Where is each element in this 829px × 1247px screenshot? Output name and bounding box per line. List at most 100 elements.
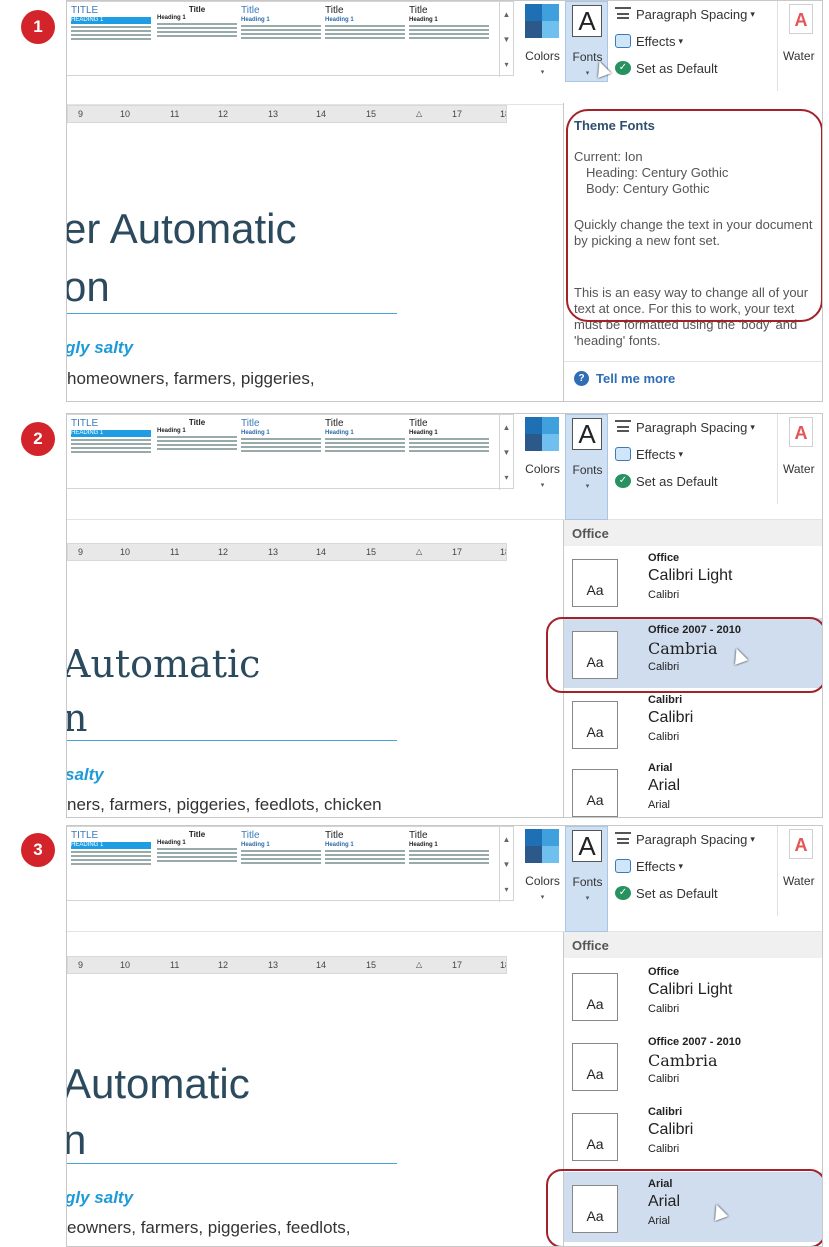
thumb-heading: Heading 1	[409, 430, 438, 436]
dropdown-arrow-icon: ▾	[750, 833, 755, 844]
style-thumb[interactable]: Title Heading 1	[325, 418, 405, 486]
thumb-title: Title	[325, 418, 344, 429]
paragraph-spacing-button[interactable]: Paragraph Spacing ▾	[615, 3, 755, 25]
font-set-office-2007-2010[interactable]: Aa Office 2007 - 2010 Cambria Calibri	[564, 1030, 822, 1100]
screenshot-panel-1: TITLE HEADING 1 Title Heading 1 Title He…	[66, 0, 823, 402]
font-set-body: Arial	[648, 799, 671, 811]
style-thumb[interactable]: TITLE HEADING 1	[71, 830, 151, 898]
fonts-label: Fonts	[572, 875, 603, 889]
font-set-body: Calibri	[648, 1073, 680, 1085]
style-thumb[interactable]: Title Heading 1	[409, 5, 489, 73]
style-thumb[interactable]: Title Heading 1	[325, 5, 405, 73]
font-set-heading: Calibri Light	[648, 567, 733, 584]
document-page[interactable]: Automatic n gly salty eowners, farmers, …	[67, 976, 565, 1246]
colors-label: Colors	[525, 874, 560, 888]
font-sample-icon: Aa	[572, 1113, 618, 1161]
paragraph-spacing-label: Paragraph Spacing	[636, 419, 748, 435]
style-thumb[interactable]: Title Heading 1	[241, 830, 321, 898]
effects-icon	[615, 859, 631, 873]
style-gallery[interactable]: TITLE HEADING 1 Title Heading 1 Title He…	[67, 826, 514, 902]
watermark-button[interactable]: A Water	[783, 414, 822, 494]
scroll-up-icon[interactable]: ▲	[500, 827, 513, 852]
set-as-default-button[interactable]: ✓ Set as Default	[615, 470, 718, 492]
help-icon: ?	[574, 371, 589, 386]
font-sample-icon: Aa	[572, 769, 618, 817]
thumb-heading: Heading 1	[409, 842, 438, 848]
ruler[interactable]: 910 1112 1314 15△ 1718	[67, 543, 507, 561]
style-thumb[interactable]: Title Heading 1	[157, 418, 237, 486]
font-sample-icon: Aa	[572, 973, 618, 1021]
colors-button[interactable]: Colors ▾	[521, 826, 564, 906]
paragraph-spacing-button[interactable]: Paragraph Spacing ▾	[615, 828, 755, 850]
thumb-title: TITLE	[71, 5, 99, 16]
font-set-calibri[interactable]: Aa Calibri Calibri Calibri	[564, 1100, 822, 1170]
watermark-icon: A	[789, 4, 813, 34]
doc-title-line1: Automatic	[66, 642, 261, 686]
fonts-dropdown-icon: ▾	[585, 483, 590, 490]
paragraph-spacing-button[interactable]: Paragraph Spacing ▾	[615, 416, 755, 438]
scroll-up-icon[interactable]: ▲	[500, 415, 513, 440]
font-set-name: Office 2007 - 2010	[648, 1036, 741, 1048]
set-as-default-button[interactable]: ✓ Set as Default	[615, 882, 718, 904]
style-gallery[interactable]: TITLE HEADING 1 Title Heading 1 Title He…	[67, 414, 514, 490]
thumb-heading: Heading 1	[157, 840, 186, 846]
style-thumb[interactable]: Title Heading 1	[325, 830, 405, 898]
style-thumb[interactable]: Title Heading 1	[409, 830, 489, 898]
style-thumb[interactable]: Title Heading 1	[241, 5, 321, 73]
gallery-more-icon[interactable]: ▾	[500, 465, 513, 490]
font-list-header: Office	[564, 520, 822, 546]
font-set-body: Calibri	[648, 1143, 680, 1155]
step-badge-1: 1	[21, 10, 55, 44]
style-thumb[interactable]: TITLE HEADING 1	[71, 5, 151, 73]
doc-body: ners, farmers, piggeries, feedlots, chic…	[67, 795, 382, 814]
gallery-scroll[interactable]: ▲ ▼ ▾	[499, 827, 513, 902]
scroll-down-icon[interactable]: ▼	[500, 440, 513, 465]
watermark-label: Water	[783, 49, 815, 63]
thumb-heading: Heading 1	[325, 842, 354, 848]
font-set-calibri[interactable]: Aa Calibri Calibri Calibri	[564, 688, 822, 758]
document-page[interactable]: er Automatic on gly salty homeowners, fa…	[67, 123, 565, 401]
thumb-heading: Heading 1	[241, 430, 270, 436]
scroll-up-icon[interactable]: ▲	[500, 2, 513, 27]
gallery-more-icon[interactable]: ▾	[500, 877, 513, 902]
font-set-office[interactable]: Aa Office Calibri Light Calibri	[564, 960, 822, 1030]
gallery-scroll[interactable]: ▲ ▼ ▾	[499, 2, 513, 77]
font-set-heading: Calibri	[648, 1121, 694, 1138]
set-as-default-button[interactable]: ✓ Set as Default	[615, 57, 718, 79]
style-thumb[interactable]: Title Heading 1	[241, 418, 321, 486]
document-page[interactable]: Automatic n salty ners, farmers, piggeri…	[66, 562, 565, 817]
thumb-heading: HEADING 1	[71, 17, 151, 24]
fonts-button[interactable]: A Fonts ▾	[565, 826, 608, 932]
tell-me-more-label: Tell me more	[596, 371, 676, 386]
thumb-title: Title	[409, 830, 428, 841]
fonts-button[interactable]: A Fonts ▾	[565, 414, 608, 520]
ribbon: TITLE HEADING 1 Title Heading 1 Title He…	[67, 414, 822, 520]
ruler[interactable]: 910 1112 1314 15△ 1718	[67, 956, 507, 974]
gallery-more-icon[interactable]: ▾	[500, 52, 513, 77]
doc-body: homeowners, farmers, piggeries,	[67, 369, 315, 388]
style-gallery[interactable]: TITLE HEADING 1 Title Heading 1 Title He…	[67, 1, 514, 77]
ruler[interactable]: 910 1112 1314 15△ 1718	[67, 105, 507, 123]
font-set-arial[interactable]: Aa Arial Arial Arial	[564, 756, 822, 817]
watermark-label: Water	[783, 874, 815, 888]
scroll-down-icon[interactable]: ▼	[500, 27, 513, 52]
style-thumb[interactable]: TITLE HEADING 1	[71, 418, 151, 486]
effects-button[interactable]: Effects ▾	[615, 855, 683, 877]
style-thumb[interactable]: Title Heading 1	[157, 830, 237, 898]
colors-button[interactable]: Colors ▾	[521, 414, 564, 494]
colors-button[interactable]: Colors ▾	[521, 1, 564, 81]
effects-button[interactable]: Effects ▾	[615, 443, 683, 465]
watermark-icon: A	[789, 417, 813, 447]
watermark-button[interactable]: A Water	[783, 1, 822, 81]
scroll-down-icon[interactable]: ▼	[500, 852, 513, 877]
gallery-scroll[interactable]: ▲ ▼ ▾	[499, 415, 513, 490]
style-thumb[interactable]: Title Heading 1	[157, 5, 237, 73]
tell-me-more-link[interactable]: ? Tell me more	[574, 371, 675, 386]
style-thumb[interactable]: Title Heading 1	[409, 418, 489, 486]
watermark-button[interactable]: A Water	[783, 826, 822, 906]
doc-title-line2: n	[67, 1116, 86, 1164]
highlight-oval	[546, 1169, 822, 1246]
effects-button[interactable]: Effects ▾	[615, 30, 683, 52]
paragraph-spacing-label: Paragraph Spacing	[636, 831, 748, 847]
font-set-office[interactable]: Aa Office Calibri Light Calibri	[564, 546, 822, 616]
